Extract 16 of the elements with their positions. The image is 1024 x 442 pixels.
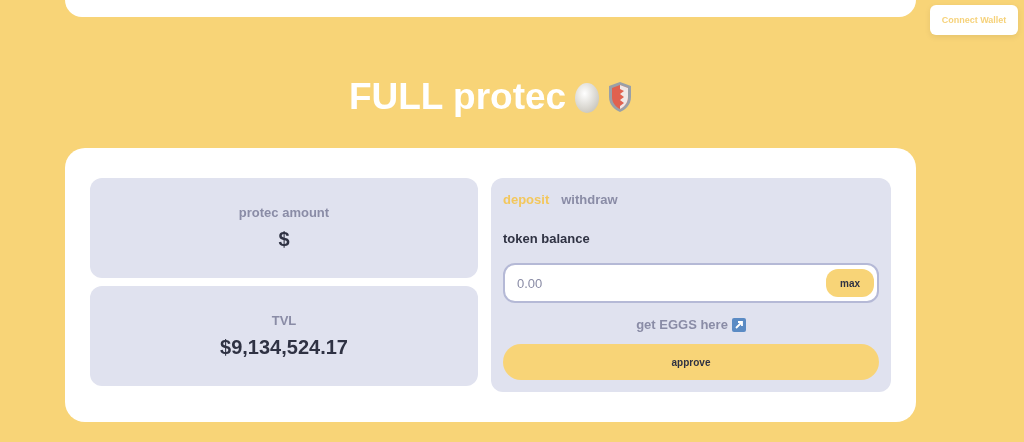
connect-wallet-button[interactable]: Connect Wallet: [930, 5, 1018, 35]
balance-label: token balance: [503, 231, 591, 246]
amount-field[interactable]: 0.00 max: [503, 263, 879, 303]
page-title: FULL protec: [348, 76, 567, 118]
egg-icon: [574, 81, 601, 113]
tab[interactable]: withdraw: [561, 190, 618, 209]
amount-input[interactable]: 0.00: [515, 274, 826, 292]
stat-label: TVL: [271, 313, 297, 328]
stat-value: $: [278, 228, 290, 251]
external-link-icon: [731, 317, 746, 332]
stat-label: protec amount: [238, 205, 330, 220]
stat-value: $9,134,524.17: [220, 336, 348, 359]
max-button[interactable]: max: [826, 269, 874, 297]
shield-icon: [608, 81, 633, 113]
approve-button[interactable]: approve: [503, 344, 879, 380]
eggs-link[interactable]: get EGGS here: [636, 317, 728, 332]
